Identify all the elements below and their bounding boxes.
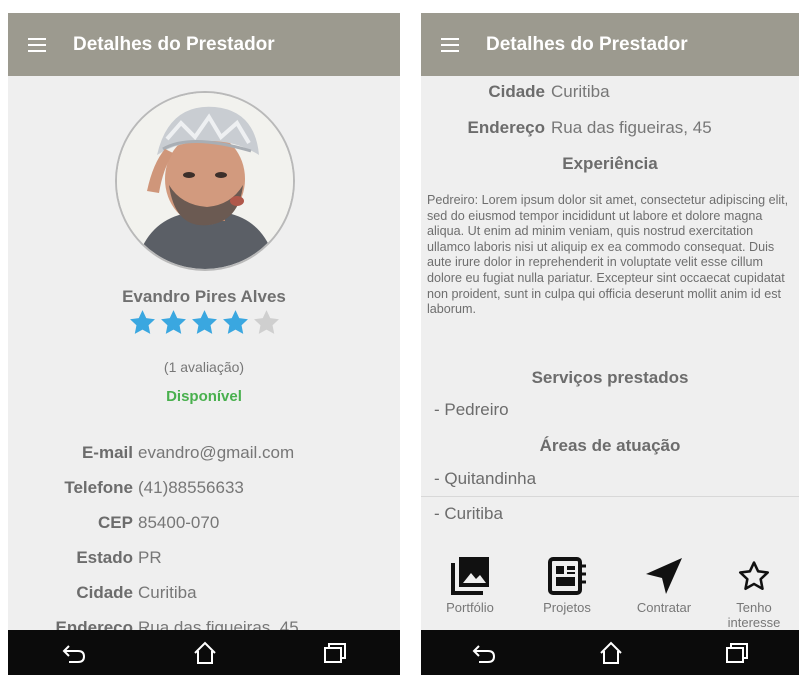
areas-title: Áreas de atuação (539, 436, 681, 455)
provider-name: Evandro Pires Alves (122, 287, 286, 306)
app-bar-title: Detalhes do Prestador (486, 33, 688, 55)
navigation-arrow-icon (646, 558, 682, 594)
interest-label: Tenho interesse (727, 600, 781, 630)
info-row-city: Cidade Curitiba (421, 82, 799, 106)
home-icon[interactable] (598, 641, 624, 665)
info-row-address: Endereço Rua das figueiras, 45 (8, 618, 400, 630)
availability-status: Disponível (166, 388, 242, 405)
portfolio-label: Portfólio (446, 600, 494, 615)
avatar-portrait-image (117, 93, 293, 269)
hamburger-menu-icon[interactable] (28, 37, 46, 52)
interest-button[interactable]: Tenho interesse (709, 552, 799, 630)
provider-details-screen-left: Detalhes do Prestador Evandro Pires Alve… (8, 13, 400, 675)
app-bar: Detalhes do Prestador (421, 13, 799, 76)
info-label: CEP (98, 513, 133, 532)
experience-text: Pedreiro: Lorem ipsum dolor sit amet, co… (427, 193, 789, 317)
info-label: Telefone (64, 478, 133, 497)
projects-board-icon (548, 557, 586, 595)
avatar (115, 91, 295, 271)
hire-button[interactable]: Contratar (619, 552, 709, 615)
projects-button[interactable]: Projetos (522, 552, 612, 615)
info-label: Estado (76, 548, 133, 567)
info-row-city: Cidade Curitiba (8, 583, 400, 607)
action-bar: Portfólio Projetos Contratar Tenho inter… (421, 552, 799, 630)
info-row-state: Estado PR (8, 548, 400, 572)
star-empty-icon (253, 310, 279, 334)
hire-label: Contratar (636, 600, 692, 615)
projects-label: Projetos (543, 600, 591, 615)
info-value: Rua das figueiras, 45 (138, 618, 299, 630)
info-label: Endereço (55, 618, 133, 630)
star-filled-icon (129, 310, 155, 334)
area-item: - Curitiba (434, 504, 503, 523)
info-label: E-mail (81, 443, 133, 462)
info-value: Rua das figueiras, 45 (551, 118, 712, 137)
info-value: Curitiba (138, 583, 197, 602)
info-value: 85400-070 (138, 513, 220, 532)
info-value: (41)88556633 (138, 478, 244, 497)
recent-apps-icon[interactable] (323, 642, 347, 664)
home-icon[interactable] (192, 641, 218, 665)
star-filled-icon (160, 310, 186, 334)
services-title: Serviços prestados (531, 368, 689, 387)
divider (421, 496, 799, 497)
info-row-address: Endereço Rua das figueiras, 45 (421, 118, 799, 142)
provider-details-screen-right: Detalhes do Prestador Cidade Curitiba En… (421, 13, 799, 675)
profile-content: Evandro Pires Alves (1 avaliação) Dispon… (8, 76, 400, 630)
recent-apps-icon[interactable] (725, 642, 749, 664)
details-content: Cidade Curitiba Endereço Rua das figueir… (421, 76, 799, 630)
rating-count: (1 avaliação) (163, 359, 245, 375)
hamburger-menu-icon[interactable] (441, 37, 459, 52)
experience-title: Experiência (562, 154, 658, 173)
area-item: - Quitandinha (434, 469, 537, 488)
info-row-phone: Telefone (41)88556633 (8, 478, 400, 502)
info-row-cep: CEP 85400-070 (8, 513, 400, 537)
star-outline-icon (738, 561, 770, 591)
info-label: Endereço (467, 118, 545, 137)
star-filled-icon (222, 310, 248, 334)
info-value: PR (138, 548, 162, 567)
info-label: Cidade (488, 82, 545, 101)
info-value: evandro@gmail.com (138, 443, 295, 462)
rating-stars (8, 308, 400, 337)
portfolio-button[interactable]: Portfólio (425, 552, 515, 615)
app-bar-title: Detalhes do Prestador (73, 33, 275, 55)
app-bar: Detalhes do Prestador (8, 13, 400, 76)
system-navigation-bar (8, 630, 400, 675)
photo-library-icon (451, 557, 489, 595)
back-icon[interactable] (61, 642, 87, 664)
info-value: Curitiba (551, 82, 610, 101)
info-label: Cidade (76, 583, 133, 602)
star-filled-icon (191, 310, 217, 334)
system-navigation-bar (421, 630, 799, 675)
back-icon[interactable] (471, 642, 497, 664)
service-item: - Pedreiro (434, 400, 509, 419)
info-row-email: E-mail evandro@gmail.com (8, 443, 400, 467)
